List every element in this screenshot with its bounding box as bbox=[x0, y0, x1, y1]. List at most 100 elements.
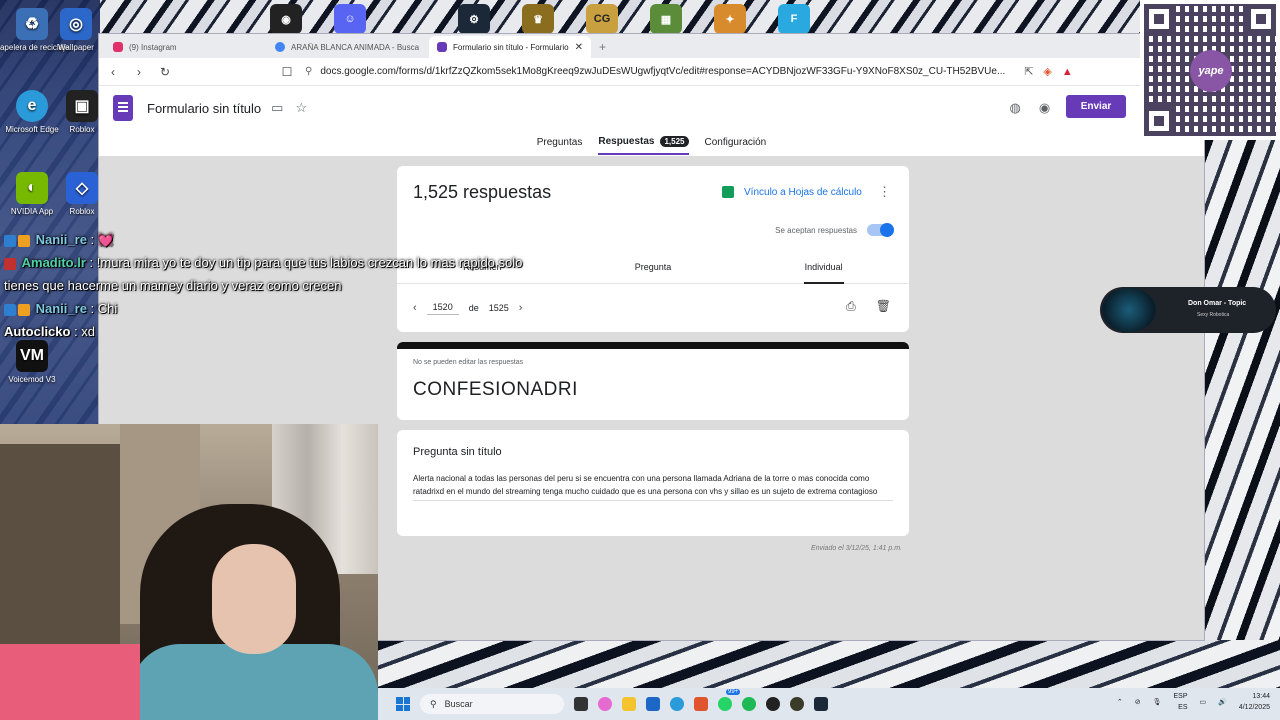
tab-settings[interactable]: Configuración bbox=[705, 136, 767, 155]
desktop-icon-label: Wallpaper bbox=[58, 43, 94, 52]
new-tab-icon[interactable]: + bbox=[591, 40, 614, 58]
desktop-icon-roblox[interactable]: ▣ Roblox bbox=[64, 90, 100, 134]
sheets-link-label: Vínculo a Hojas de cálculo bbox=[744, 186, 862, 198]
more-options-icon[interactable]: ⋮ bbox=[878, 184, 891, 200]
brave-rewards-icon[interactable]: ▲ bbox=[1062, 66, 1073, 78]
file-explorer-icon[interactable] bbox=[622, 697, 636, 711]
desktop-icon-voicemod[interactable]: VM Voicemod V3 bbox=[0, 340, 72, 384]
chat-message: Nanii_re : 💓 bbox=[4, 228, 524, 251]
clock[interactable]: 13:44 4/12/2025 bbox=[1239, 691, 1270, 713]
brave-icon[interactable] bbox=[694, 697, 708, 711]
f-app-icon[interactable]: F bbox=[778, 4, 810, 34]
forms-logo-icon[interactable] bbox=[113, 95, 133, 121]
read-only-note: No se pueden editar las respuestas bbox=[413, 359, 524, 366]
qr-code: yape bbox=[1140, 0, 1280, 140]
store-icon[interactable] bbox=[646, 697, 660, 711]
palette-icon[interactable]: ◍ bbox=[1010, 100, 1021, 116]
back-icon[interactable]: ‹ bbox=[105, 65, 121, 79]
chat-message: Amadito.lr : !mura mira yo te doy un tip… bbox=[4, 251, 524, 297]
minecraft-icon[interactable]: ▦ bbox=[650, 4, 682, 34]
system-tray: ⌃ ⊘ 🎙 ESP ES ▭ 🔊 13:44 4/12/2025 bbox=[1117, 691, 1270, 713]
submitted-timestamp: Enviado el 3/12/25, 1:41 p.m. bbox=[810, 545, 902, 552]
tab-forms[interactable]: Formulario sin título - Formulario ✕ bbox=[429, 36, 591, 58]
discord-icon[interactable]: ☺ bbox=[334, 4, 366, 34]
badge-icon bbox=[4, 303, 16, 316]
qr-pattern: yape bbox=[1144, 4, 1276, 136]
top-app-icons: ◉ ☺ ⚙ ♛ CG ▦ ✦ F bbox=[270, 4, 842, 34]
desktop-icon-wallpaper[interactable]: ◎ Wallpaper bbox=[56, 8, 96, 52]
url-field[interactable]: ⚲ docs.google.com/forms/d/1krfZzQZkom5se… bbox=[305, 66, 1014, 77]
language-code: ESP bbox=[1173, 693, 1188, 700]
edge-icon[interactable] bbox=[670, 697, 684, 711]
form-tabs: Preguntas Respuestas 1,525 Configuración bbox=[99, 136, 1204, 155]
obs-taskbar-icon[interactable] bbox=[766, 697, 780, 711]
tab-responses[interactable]: Respuestas 1,525 bbox=[598, 136, 689, 155]
time: 13:44 bbox=[1252, 693, 1270, 700]
task-view-icon[interactable] bbox=[574, 697, 588, 711]
steam-taskbar-icon[interactable] bbox=[814, 697, 828, 711]
sheets-link[interactable]: Vínculo a Hojas de cálculo bbox=[722, 186, 862, 198]
song-title: Don Omar - Topic bbox=[1188, 300, 1247, 307]
tab-search[interactable]: ARAÑA BLANCA ANIMADA - Buscar bbox=[267, 36, 429, 58]
chevron-up-icon[interactable]: ⌃ bbox=[1117, 698, 1123, 706]
desktop-icon-roblox-studio[interactable]: ◇ Roblox bbox=[64, 172, 100, 216]
star-icon[interactable]: ☆ bbox=[295, 100, 307, 116]
song-subtitle: Sexy Robotica bbox=[1197, 312, 1230, 318]
start-windows-icon[interactable] bbox=[396, 697, 410, 711]
qr-eye bbox=[1144, 4, 1174, 34]
spotify-icon[interactable] bbox=[742, 697, 756, 711]
voicemod-icon: VM bbox=[16, 340, 48, 372]
delete-icon[interactable]: 🗑 bbox=[876, 299, 891, 314]
response-actions: ⎙ 🗑 bbox=[846, 299, 891, 314]
badge-icon bbox=[4, 257, 16, 270]
preview-eye-icon[interactable]: ◉ bbox=[1039, 100, 1050, 116]
site-info-icon[interactable]: ⚲ bbox=[305, 66, 312, 77]
taskbar-search[interactable]: ⚲ Buscar bbox=[420, 694, 564, 714]
accepting-responses-toggle[interactable] bbox=[867, 223, 894, 237]
bookmark-icon[interactable]: ☐ bbox=[279, 65, 295, 79]
question-title: Pregunta sin título bbox=[413, 446, 502, 458]
folder-icon[interactable]: ▭ bbox=[271, 100, 283, 116]
subtab-question[interactable]: Pregunta bbox=[568, 262, 739, 283]
chat-text: : xd bbox=[70, 324, 96, 339]
tab-questions[interactable]: Preguntas bbox=[537, 136, 583, 155]
tab-instagram[interactable]: (9) Instagram bbox=[105, 36, 267, 58]
microphone-icon[interactable]: 🎙 bbox=[1153, 698, 1162, 706]
reload-icon[interactable]: ↻ bbox=[157, 65, 173, 79]
network-icon[interactable]: ⊘ bbox=[1135, 698, 1141, 706]
app-taskbar-icon[interactable] bbox=[790, 697, 804, 711]
crab-game-icon[interactable]: CG bbox=[586, 4, 618, 34]
form-title[interactable]: Formulario sin título bbox=[147, 101, 261, 116]
steam-icon[interactable]: ⚙ bbox=[458, 4, 490, 34]
webcam-person-face bbox=[212, 544, 296, 654]
game-icon[interactable]: ♛ bbox=[522, 4, 554, 34]
share-icon[interactable]: ⇱ bbox=[1024, 65, 1033, 78]
volume-icon[interactable]: 🔊 bbox=[1218, 698, 1227, 706]
now-playing-widget: Don Omar - Topic Sexy Robotica bbox=[1100, 287, 1276, 333]
desktop-icon-edge[interactable]: e Microsoft Edge bbox=[0, 90, 72, 134]
whatsapp-icon[interactable]: 99+ bbox=[718, 689, 741, 711]
display-icon[interactable]: ▭ bbox=[1200, 698, 1207, 706]
forward-icon[interactable]: › bbox=[131, 65, 147, 79]
desktop-icon-label: NVIDIA App bbox=[10, 207, 54, 216]
obs-icon[interactable]: ◉ bbox=[270, 4, 302, 34]
responses-heading: 1,525 respuestas bbox=[413, 182, 552, 202]
close-tab-icon[interactable]: ✕ bbox=[575, 42, 583, 53]
subtab-individual[interactable]: Individual bbox=[738, 262, 909, 283]
url-text: docs.google.com/forms/d/1krfZzQZkom5sek1… bbox=[320, 66, 1006, 77]
qr-eye bbox=[1144, 106, 1174, 136]
copilot-icon[interactable] bbox=[598, 697, 612, 711]
counter-strike-icon[interactable]: ✦ bbox=[714, 4, 746, 34]
stream-chat-overlay: Nanii_re : 💓 Amadito.lr : !mura mira yo … bbox=[4, 228, 524, 343]
tab-label: ARAÑA BLANCA ANIMADA - Buscar bbox=[291, 42, 419, 52]
chat-username: Nanii_re bbox=[35, 301, 87, 316]
chat-text: : Chi bbox=[86, 301, 118, 316]
language-indicator[interactable]: ESP ES bbox=[1173, 691, 1187, 713]
print-icon[interactable]: ⎙ bbox=[846, 299, 856, 314]
edge-icon: e bbox=[16, 90, 48, 122]
brave-shield-icon[interactable]: ◈ bbox=[1043, 65, 1051, 78]
forms-header: Formulario sin título ▭ ☆ ◍ ◉ ↶ ↷ bbox=[99, 86, 1204, 130]
address-bar: ‹ › ↻ ☐ ⚲ docs.google.com/forms/d/1krfZz… bbox=[99, 58, 1204, 86]
desktop-icon-nvidia[interactable]: ◐ NVIDIA App bbox=[0, 172, 72, 216]
send-button[interactable]: Enviar bbox=[1066, 95, 1126, 118]
